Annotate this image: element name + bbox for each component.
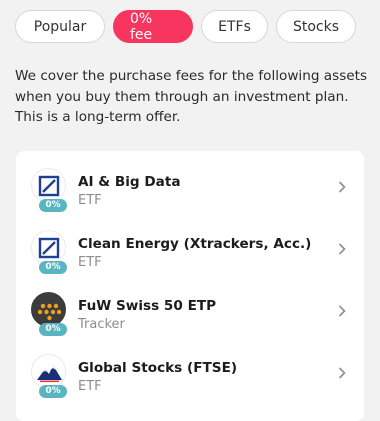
chevron-right-icon — [338, 367, 346, 379]
chevron-right-icon — [338, 181, 346, 193]
dots-logo-icon — [31, 292, 66, 327]
list-item[interactable]: 0% AI & Big Data ETF — [16, 151, 364, 212]
chevron-right-icon — [338, 243, 346, 255]
tab-stocks[interactable]: Stocks — [276, 10, 356, 43]
fee-badge: 0% — [39, 199, 67, 212]
asset-type: Tracker — [78, 317, 125, 332]
asset-list: 0% AI & Big Data ETF 0% Clean Energy (Xt… — [16, 151, 364, 421]
tab-etfs[interactable]: ETFs — [201, 10, 268, 43]
fee-badge: 0% — [39, 323, 67, 336]
list-item[interactable]: 0% Global Stocks (FTSE) ETF — [16, 337, 364, 398]
asset-type: ETF — [78, 255, 102, 270]
deutsche-bank-logo-icon — [31, 230, 66, 265]
tab-zero-fee[interactable]: 0% fee — [113, 10, 193, 43]
asset-name: Global Stocks (FTSE) — [78, 360, 238, 376]
asset-name: Clean Energy (Xtrackers, Acc.) — [78, 236, 312, 252]
asset-type: ETF — [78, 193, 102, 208]
fee-badge: 0% — [39, 261, 67, 274]
filter-tabs: Popular 0% fee ETFs Stocks — [15, 10, 356, 43]
asset-type: ETF — [78, 379, 102, 394]
asset-name: FuW Swiss 50 ETP — [78, 298, 217, 314]
fee-badge: 0% — [39, 385, 67, 398]
list-item[interactable]: 0% FuW Swiss 50 ETP Tracker — [16, 275, 364, 336]
intro-text: We cover the purchase fees for the follo… — [15, 68, 368, 126]
chevron-right-icon — [338, 305, 346, 317]
asset-name: AI & Big Data — [78, 174, 181, 190]
tab-popular[interactable]: Popular — [15, 10, 105, 43]
list-item[interactable]: 0% Clean Energy (Xtrackers, Acc.) ETF — [16, 213, 364, 274]
mountain-logo-icon — [31, 354, 66, 389]
deutsche-bank-logo-icon — [31, 168, 66, 203]
